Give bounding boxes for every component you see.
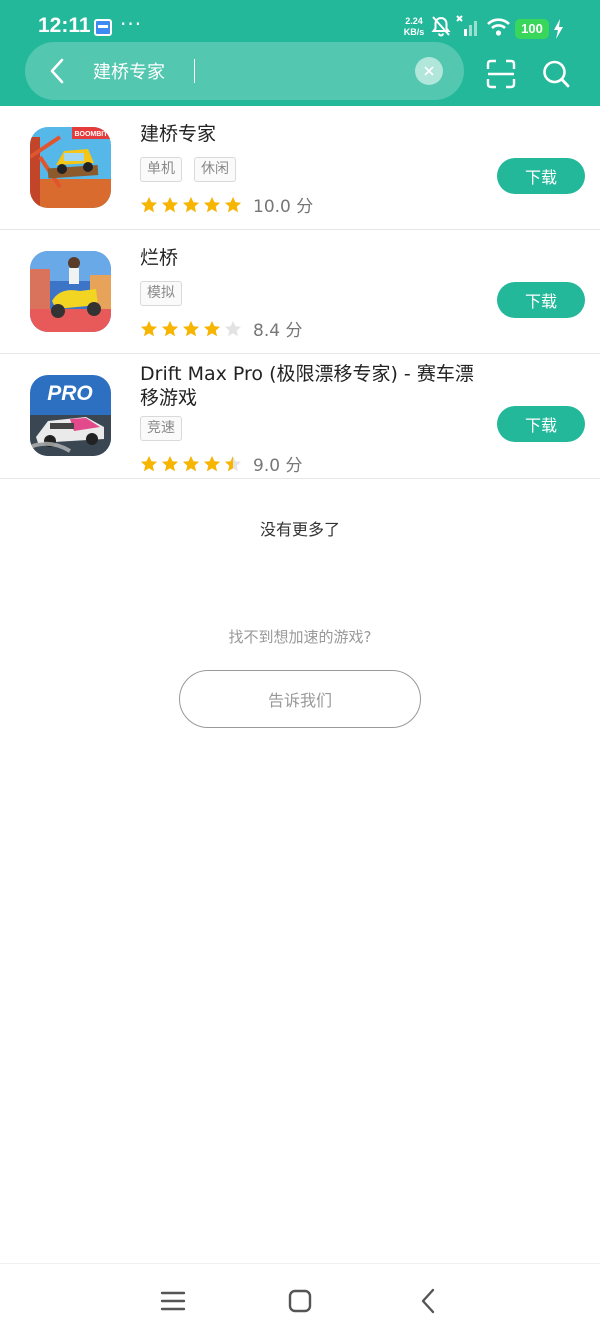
star-full-icon — [204, 455, 220, 471]
search-icon[interactable] — [542, 59, 570, 89]
star-full-icon — [162, 455, 178, 471]
tell-us-button[interactable]: 告诉我们 — [179, 670, 421, 728]
rating: 9.0 分 — [140, 451, 302, 476]
cant-find-label: 找不到想加速的游戏? — [228, 628, 372, 646]
svg-text:PRO: PRO — [47, 382, 93, 405]
star-half-icon — [225, 455, 241, 471]
list-item[interactable]: 烂桥 模拟 8.4 分 下载 — [0, 230, 600, 354]
list-item[interactable]: PRO Drift Max Pro (极限漂移专家) - 赛车漂移游戏 竞速 9… — [0, 354, 600, 479]
tag-list: 单机 休闲 — [140, 157, 236, 182]
status-bar: 12:11 ··· 2.24 KB/s 100 — [0, 0, 600, 42]
tag: 休闲 — [194, 157, 236, 182]
star-full-icon — [183, 196, 199, 212]
system-nav-bar — [0, 1263, 600, 1333]
menu-icon[interactable] — [158, 1286, 188, 1316]
wifi-icon — [487, 18, 510, 36]
rating: 8.4 分 — [140, 316, 302, 341]
download-button[interactable]: 下载 — [497, 158, 585, 194]
star-empty-icon — [225, 320, 241, 336]
search-bar — [25, 42, 464, 100]
star-rating — [140, 196, 242, 214]
download-button[interactable]: 下载 — [497, 406, 585, 442]
star-full-icon — [225, 196, 241, 212]
star-rating — [140, 455, 242, 473]
star-rating — [140, 320, 242, 338]
tag: 单机 — [140, 157, 182, 182]
charging-bolt-icon — [554, 19, 563, 39]
drift-racing-game-icon: PRO — [30, 375, 111, 456]
top-header: 12:11 ··· 2.24 KB/s 100 — [0, 0, 600, 106]
star-full-icon — [162, 196, 178, 212]
no-more-label: 没有更多了 — [259, 520, 340, 539]
back-icon[interactable] — [414, 1286, 444, 1316]
scan-icon[interactable] — [486, 59, 516, 89]
mute-bell-icon — [431, 16, 451, 37]
star-full-icon — [162, 320, 178, 336]
star-full-icon — [141, 196, 157, 212]
search-results-list: BOOMBIT 建桥专家 单机 休闲 10.0 分 下载 烂桥 模拟 8.4 分… — [0, 106, 600, 479]
network-speed: 2.24 KB/s — [403, 16, 425, 37]
app-title: Drift Max Pro (极限漂移专家) - 赛车漂移游戏 — [140, 363, 474, 409]
app-notification-icon — [94, 19, 112, 36]
clear-icon — [424, 66, 434, 76]
download-button[interactable]: 下载 — [497, 282, 585, 318]
clear-search-button[interactable] — [415, 57, 443, 85]
star-full-icon — [204, 196, 220, 212]
tag-list: 模拟 — [140, 281, 182, 306]
tag: 竞速 — [140, 416, 182, 441]
list-item[interactable]: BOOMBIT 建桥专家 单机 休闲 10.0 分 下载 — [0, 106, 600, 230]
star-full-icon — [183, 455, 199, 471]
svg-text:BOOMBIT: BOOMBIT — [74, 131, 108, 138]
text-caret — [194, 59, 195, 83]
search-input[interactable] — [93, 54, 393, 88]
score: 10.0 分 — [253, 197, 314, 217]
star-full-icon — [183, 320, 199, 336]
score: 9.0 分 — [253, 456, 303, 476]
tag-list: 竞速 — [140, 416, 182, 441]
star-full-icon — [141, 455, 157, 471]
star-full-icon — [141, 320, 157, 336]
tag: 模拟 — [140, 281, 182, 306]
app-title: 烂桥 — [140, 247, 179, 269]
status-time: 12:11 — [38, 14, 91, 37]
score: 8.4 分 — [253, 321, 303, 341]
scooter-game-icon — [30, 251, 111, 332]
more-dots-icon: ··· — [120, 12, 143, 36]
signal-icon — [456, 15, 477, 36]
app-title: 建桥专家 — [140, 123, 217, 145]
back-arrow-icon[interactable] — [43, 56, 73, 86]
home-icon[interactable] — [285, 1286, 315, 1316]
rating: 10.0 分 — [140, 192, 313, 217]
bridge-builder-game-icon: BOOMBIT — [30, 127, 111, 208]
battery-icon: 100 — [515, 19, 549, 39]
star-full-icon — [204, 320, 220, 336]
